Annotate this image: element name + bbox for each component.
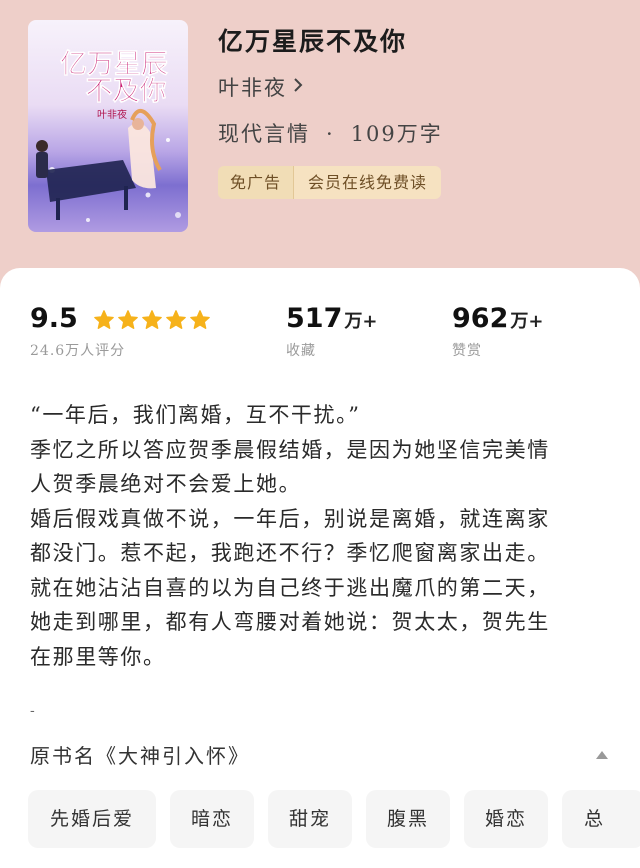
tag-chip[interactable]: 暗恋 xyxy=(170,790,254,848)
synopsis-line: 在那里等你。 xyxy=(30,644,166,669)
book-word-count: 109万字 xyxy=(350,122,443,146)
favorites-unit: 万+ xyxy=(344,311,378,332)
star-icon xyxy=(118,309,138,329)
book-meta: 现代言情 · 109万字 xyxy=(218,118,443,148)
chevron-right-icon xyxy=(293,77,303,98)
member-free-read-badge: 会员在线免费读 xyxy=(294,166,442,199)
star-icon xyxy=(142,309,162,329)
rating-stars xyxy=(93,309,213,331)
star-icon xyxy=(190,309,210,329)
meta-separator: · xyxy=(326,122,335,146)
ad-free-badge: 免广告 xyxy=(218,166,295,199)
synopsis-divider: - xyxy=(30,703,35,719)
original-title: 原书名《大神引入怀》 xyxy=(30,744,250,768)
tag-chip[interactable]: 总 xyxy=(562,790,640,848)
rewards-unit: 万+ xyxy=(510,311,544,332)
rewards-number: 962 xyxy=(452,303,509,334)
cover-author: 叶非夜 xyxy=(97,108,127,121)
tag-list: 先婚后爱 暗恋 甜宠 腹黑 婚恋总 xyxy=(28,790,640,850)
synopsis-line: “一年后，我们离婚，互不干扰。” xyxy=(30,403,361,427)
book-cover[interactable]: 亿万星辰 不及你 叶非夜 xyxy=(28,20,188,232)
author-link[interactable]: 叶非夜 xyxy=(218,72,303,102)
synopsis-line: 她走到哪里，都有人弯腰对着她说：贺太太，贺先生 xyxy=(30,610,550,634)
original-title-row[interactable]: 原书名《大神引入怀》 xyxy=(30,740,610,769)
rewards-label: 赞赏 xyxy=(452,343,482,359)
book-title: 亿万星辰不及你 xyxy=(218,27,408,56)
book-header: 亿万星辰 不及你 叶非夜 亿万星辰不及你 叶非夜 现代言情 · 109万字 免广告 … xyxy=(0,0,640,270)
tag-chip[interactable]: 先婚后爱 xyxy=(28,790,156,848)
rewards-stat: 962 万+ 赞赏 xyxy=(452,303,543,360)
book-genre: 现代言情 xyxy=(218,122,310,146)
rating-value: 9.5 xyxy=(30,303,78,334)
favorites-stat: 517 万+ 收藏 xyxy=(286,303,377,360)
tag-chip[interactable]: 甜宠 xyxy=(268,790,352,848)
author-name: 叶非夜 xyxy=(218,76,287,100)
collapse-triangle-icon[interactable] xyxy=(596,750,608,759)
synopsis-line: 都没门。惹不起，我跑还不行？季忆爬窗离家出走。 xyxy=(30,541,550,565)
rating-stat: 9.5 24.6万人评分 xyxy=(30,303,213,360)
tag-chip[interactable]: 腹黑 xyxy=(366,790,450,848)
cover-art: 亿万星辰 不及你 叶非夜 xyxy=(36,49,181,222)
star-icon xyxy=(94,309,114,329)
favorites-number: 517 xyxy=(286,303,343,334)
rating-count: 24.6万人评分 xyxy=(30,343,126,359)
favorites-label: 收藏 xyxy=(286,343,316,359)
tag-chip[interactable]: 婚恋 xyxy=(464,790,548,848)
synopsis-line: 人贺季晨绝对不会爱上她。 xyxy=(30,472,302,496)
synopsis-line: 婚后假戏真做不说，一年后，别说是离婚，就连离家 xyxy=(30,506,550,531)
synopsis-line: 就在她沾沾自喜的以为自己终于逃出魔爪的第二天， xyxy=(30,575,550,600)
benefit-badges[interactable]: 免广告 会员在线免费读 xyxy=(218,166,442,199)
star-icon xyxy=(166,309,186,329)
cover-title-line2: 不及你 xyxy=(86,76,167,107)
synopsis-line: 季忆之所以答应贺季晨假结婚，是因为她坚信完美情 xyxy=(30,437,550,462)
book-synopsis: “一年后，我们离婚，互不干扰。” 季忆之所以答应贺季晨假结婚，是因为她坚信完美情… xyxy=(30,398,615,674)
